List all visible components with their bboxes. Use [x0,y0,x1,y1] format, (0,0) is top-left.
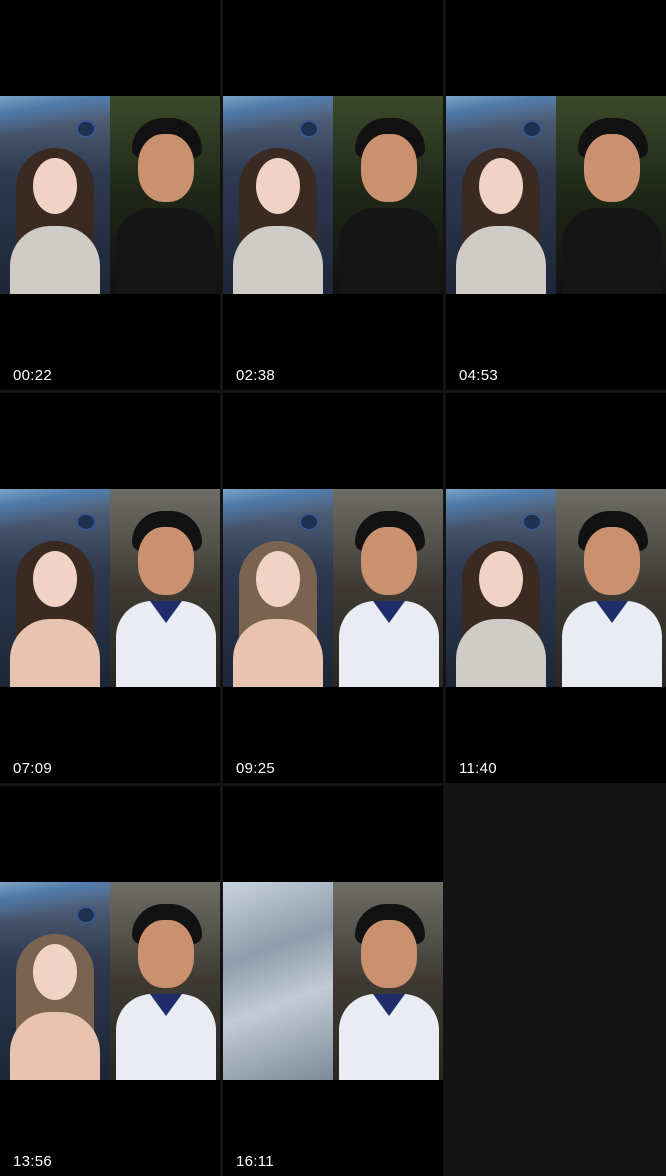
right-camera-image [556,96,666,294]
video-duration: 00:22 [13,367,53,384]
left-camera-image [446,96,556,294]
video-preview [0,96,220,294]
video-thumbnail[interactable]: 13:56 [0,786,220,1176]
video-duration: 04:53 [459,367,499,384]
left-camera-image [0,882,110,1080]
video-duration: 16:11 [236,1153,274,1170]
video-thumbnail[interactable]: 16:11 [223,786,443,1176]
video-duration: 13:56 [13,1153,53,1170]
right-camera-image [110,489,220,687]
video-preview [223,96,443,294]
video-grid: 00:22 02:38 04:53 07:09 09:25 11:40 13:5… [0,0,666,1176]
right-camera-image [110,96,220,294]
right-camera-image [333,882,443,1080]
left-camera-image [0,489,110,687]
right-camera-image [110,882,220,1080]
left-camera-image [223,882,333,1080]
video-thumbnail[interactable]: 11:40 [446,393,666,783]
video-duration: 07:09 [13,760,53,777]
video-duration: 11:40 [459,760,497,777]
video-preview [0,882,220,1080]
left-camera-image [223,96,333,294]
video-duration: 09:25 [236,760,276,777]
left-camera-image [0,96,110,294]
video-duration: 02:38 [236,367,276,384]
right-camera-image [333,489,443,687]
right-camera-image [556,489,666,687]
video-preview [446,489,666,687]
video-thumbnail[interactable]: 09:25 [223,393,443,783]
video-thumbnail[interactable]: 07:09 [0,393,220,783]
video-preview [0,489,220,687]
left-camera-image [446,489,556,687]
video-preview [446,96,666,294]
empty-grid-cell [446,786,666,1176]
video-preview [223,489,443,687]
video-thumbnail[interactable]: 02:38 [223,0,443,390]
left-camera-image [223,489,333,687]
right-camera-image [333,96,443,294]
video-thumbnail[interactable]: 00:22 [0,0,220,390]
video-thumbnail[interactable]: 04:53 [446,0,666,390]
video-preview [223,882,443,1080]
